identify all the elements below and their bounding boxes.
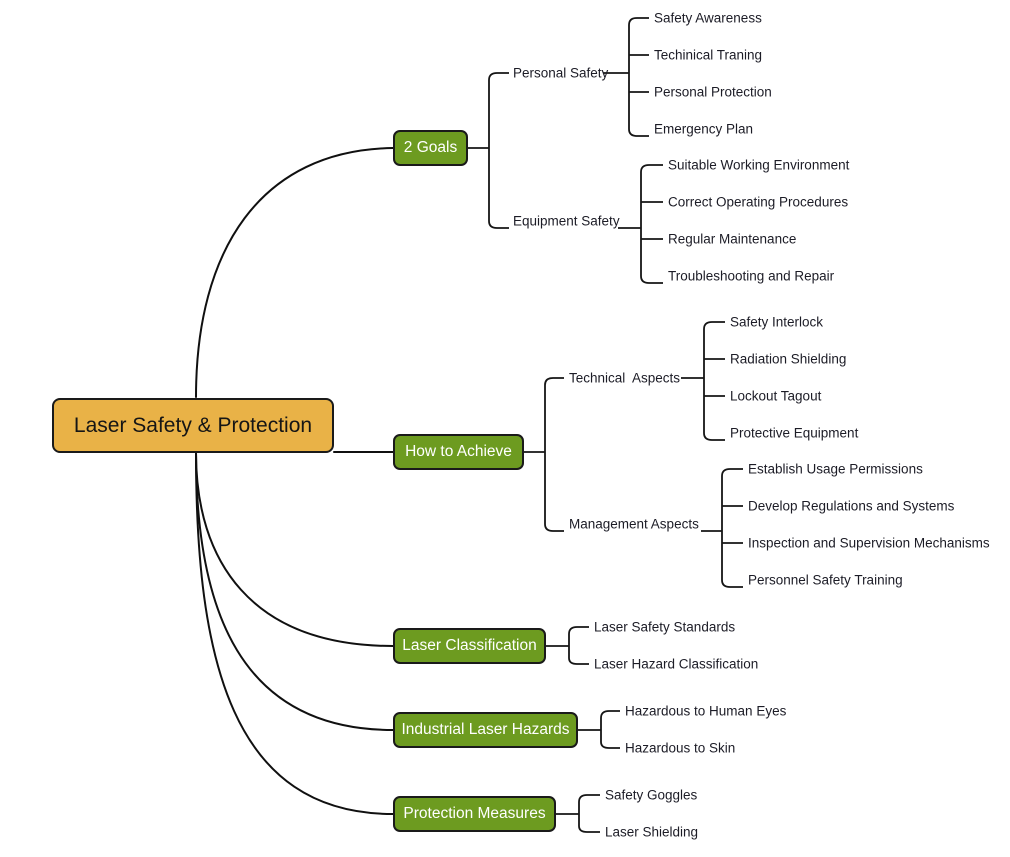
leaf-label[interactable]: Laser Safety Standards [594,620,735,634]
edge-management-leaf-0 [721,468,743,477]
leaf-label[interactable]: Safety Awareness [654,11,762,25]
leaf-label[interactable]: Hazardous to Human Eyes [625,704,786,718]
leaf-label[interactable]: Laser Hazard Classification [594,657,758,671]
edge-hazards-leaf-1 [600,741,620,749]
subtopic-personal-safety[interactable]: Personal Safety [513,66,608,80]
edge-goals-to-personal [488,72,509,81]
leaf-label[interactable]: Correct Operating Procedures [668,195,848,209]
branch-node-how-to-achieve[interactable]: How to Achieve [393,434,524,470]
leaf-label[interactable]: Hazardous to Skin [625,741,735,755]
edge-technical-leaf-0 [703,321,725,330]
leaf-label[interactable]: Regular Maintenance [668,232,796,246]
branch-node-label: 2 Goals [403,139,458,156]
branch-node-protection-measures[interactable]: Protection Measures [393,796,556,832]
root-node-label: Laser Safety & Protection [73,413,313,437]
branch-node-label: Industrial Laser Hazards [401,721,570,738]
edge-hazards-leaf-0 [600,710,620,719]
edge-management-leaf-3 [721,579,743,588]
leaf-label[interactable]: Techinical Traning [654,48,762,62]
leaf-label[interactable]: Develop Regulations and Systems [748,499,954,513]
edge-equipment-leaf-0 [640,164,663,173]
branch-node-2-goals[interactable]: 2 Goals [393,130,468,166]
branch-node-label: Protection Measures [403,805,546,822]
root-node[interactable]: Laser Safety & Protection [52,398,334,453]
leaf-label[interactable]: Personnel Safety Training [748,573,903,587]
edge-classification-leaf-0 [568,626,589,635]
branch-node-laser-classification[interactable]: Laser Classification [393,628,546,664]
leaf-label[interactable]: Safety Goggles [605,788,697,802]
leaf-label[interactable]: Safety Interlock [730,315,823,329]
leaf-label[interactable]: Troubleshooting and Repair [668,269,834,283]
edge-equipment-leaf-3 [640,275,663,284]
leaf-label[interactable]: Lockout Tagout [730,389,821,403]
edge-achieve-to-management [544,523,564,532]
edge-root-to-goals [195,147,394,398]
edge-classification-leaf-1 [568,657,589,665]
subtopic-equipment-safety[interactable]: Equipment Safety [513,214,620,228]
subtopic-management-aspects[interactable]: Management Aspects [569,517,699,531]
subtopic-technical-aspects[interactable]: Technical Aspects [569,371,680,385]
edge-technical-leaf-3 [703,432,725,441]
edge-root-to-classification [195,452,394,647]
edge-root-to-protection [195,452,394,815]
leaf-label[interactable]: Personal Protection [654,85,772,99]
leaf-label[interactable]: Establish Usage Permissions [748,462,923,476]
branch-node-label: Laser Classification [402,637,537,654]
leaf-label[interactable]: Emergency Plan [654,122,753,136]
leaf-label[interactable]: Radiation Shielding [730,352,846,366]
edge-protection-leaf-1 [578,825,600,833]
edge-goals-to-equipment [488,220,509,229]
leaf-label[interactable]: Inspection and Supervision Mechanisms [748,536,990,550]
branch-node-label: How to Achieve [405,443,512,460]
leaf-label[interactable]: Suitable Working Environment [668,158,849,172]
edge-personal-leaf-3 [628,128,649,137]
branch-node-industrial-laser-hazards[interactable]: Industrial Laser Hazards [393,712,578,748]
edge-achieve-to-technical [544,377,564,386]
leaf-label[interactable]: Protective Equipment [730,426,858,440]
edge-personal-leaf-0 [628,17,649,26]
mindmap-canvas: Laser Safety & Protection 2 Goals How to… [0,0,1010,857]
leaf-label[interactable]: Laser Shielding [605,825,698,839]
edge-protection-leaf-0 [578,794,600,803]
